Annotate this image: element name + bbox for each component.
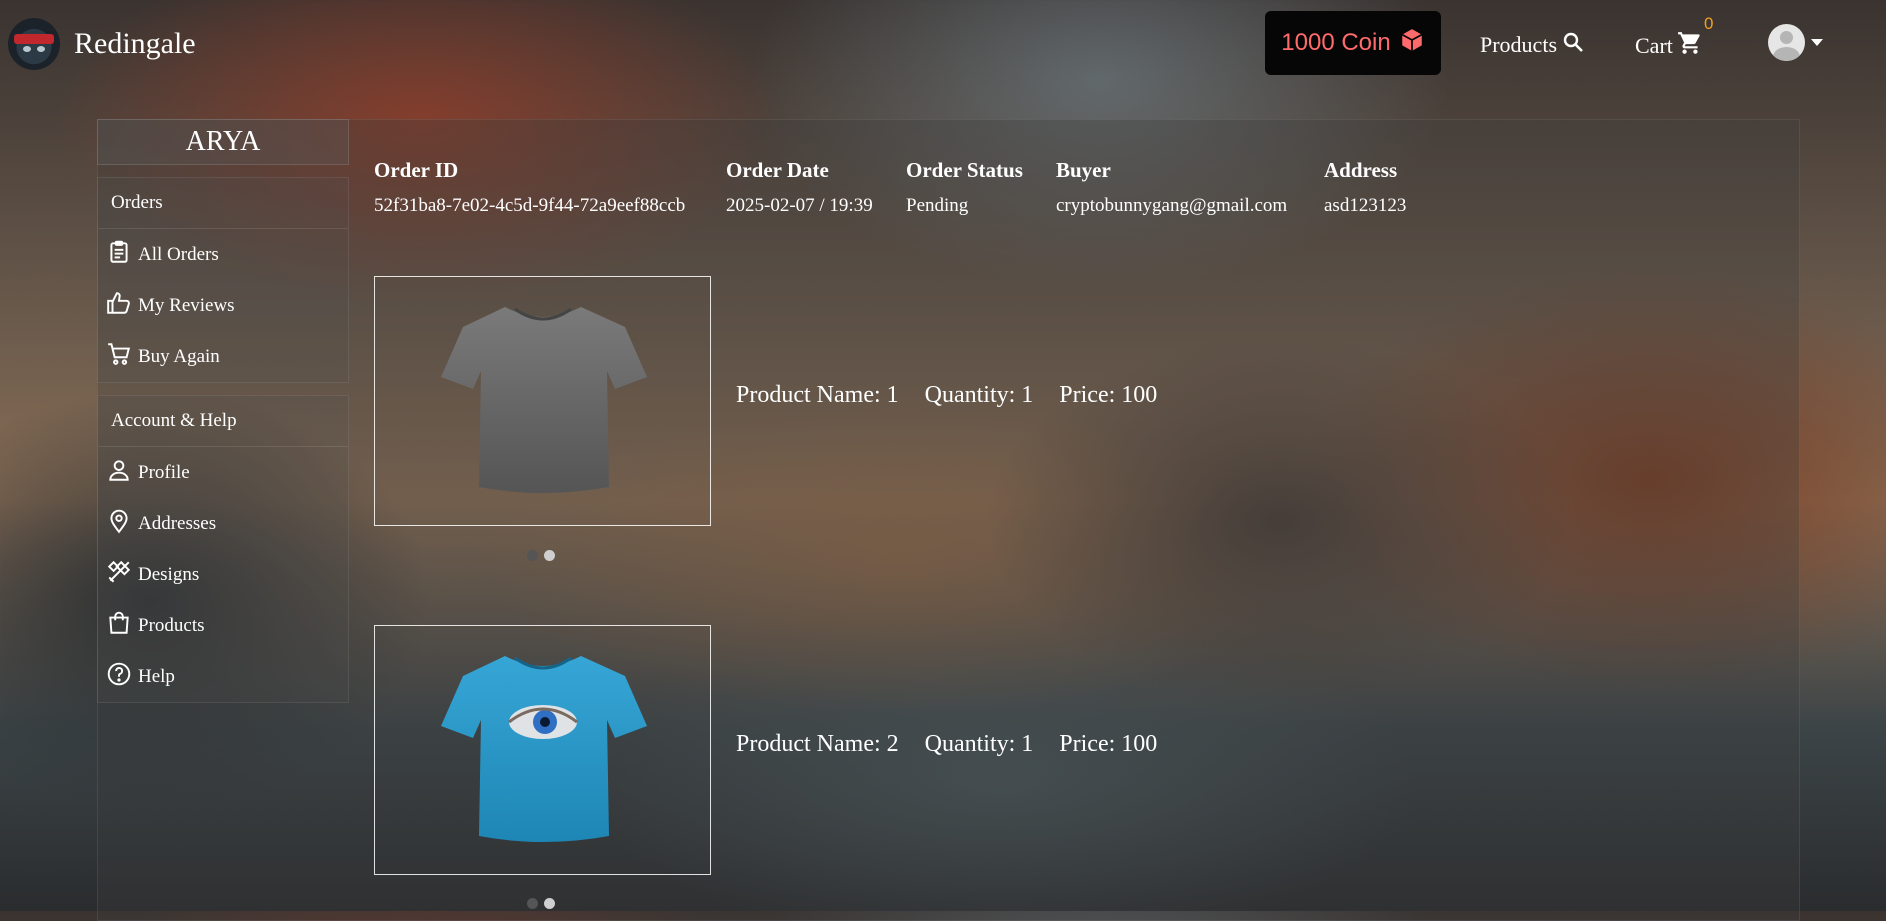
product-quantity: Quantity: 1	[924, 382, 1034, 408]
sidebar-item-label: Profile	[138, 461, 190, 483]
buyer-header: Buyer	[1056, 158, 1111, 182]
product-quantity: Quantity: 1	[924, 731, 1034, 757]
sidebar-item-label: Designs	[138, 563, 200, 585]
avatar	[1768, 24, 1805, 61]
shopping-bag-icon	[106, 610, 132, 642]
buyer-value: cryptobunnygang@gmail.com	[1056, 195, 1288, 216]
sidebar-item-profile[interactable]: Profile	[98, 447, 348, 498]
design-tools-icon	[106, 559, 132, 591]
carousel-dot[interactable]	[527, 898, 538, 909]
tshirt-image	[441, 656, 647, 842]
product-info-row: Product Name: 2 Quantity: 1 Price: 100	[736, 731, 1157, 758]
sidebar-item-products[interactable]: Products	[98, 600, 348, 651]
order-status-value: Pending	[906, 195, 969, 216]
cart-icon	[1677, 30, 1703, 62]
nav-products-label: Products	[1480, 32, 1557, 57]
location-pin-icon	[106, 508, 132, 540]
coin-balance-button[interactable]: 1000 Coin	[1265, 11, 1441, 75]
product-price: Price: 100	[1059, 731, 1158, 757]
coin-balance-label: 1000 Coin	[1281, 29, 1391, 56]
sidebar-item-label: Products	[138, 614, 205, 636]
thumbs-up-icon	[106, 290, 132, 322]
cart-icon	[106, 341, 132, 373]
carousel-dot[interactable]	[544, 898, 555, 909]
address-header: Address	[1324, 158, 1398, 182]
orders-heading: Orders	[98, 178, 348, 229]
orders-section: Orders All Orders My Reviews Buy Again	[97, 177, 349, 383]
sidebar-item-label: My Reviews	[138, 294, 235, 316]
sidebar-item-all-orders[interactable]: All Orders	[98, 229, 348, 280]
product-name: Product Name: 1	[736, 382, 899, 408]
chevron-down-icon	[1811, 39, 1823, 46]
account-help-heading: Account & Help	[98, 396, 348, 447]
address-value: asd123123	[1324, 195, 1407, 216]
account-menu[interactable]	[1768, 24, 1823, 61]
help-circle-icon	[106, 661, 132, 693]
sidebar-item-designs[interactable]: Designs	[98, 549, 348, 600]
order-status-header: Order Status	[906, 158, 1023, 182]
sidebar-item-help[interactable]: Help	[98, 651, 348, 702]
clipboard-icon	[106, 239, 132, 271]
cart-count-badge: 0	[1704, 14, 1714, 33]
sidebar-item-my-reviews[interactable]: My Reviews	[98, 280, 348, 331]
account-sidebar: ARYA Orders All Orders My Reviews Buy Ag…	[97, 119, 349, 703]
product-name: Product Name: 2	[736, 731, 899, 757]
brand-logo	[8, 18, 60, 70]
nav-products-link[interactable]: Products	[1480, 30, 1585, 60]
main-panel	[97, 119, 1800, 921]
sidebar-item-label: Buy Again	[138, 345, 220, 367]
sidebar-item-label: Help	[138, 665, 175, 687]
product-info-row: Product Name: 1 Quantity: 1 Price: 100	[736, 382, 1157, 409]
carousel-dot[interactable]	[544, 550, 555, 561]
sidebar-item-label: All Orders	[138, 243, 219, 265]
product-image-carousel[interactable]	[374, 625, 711, 875]
coin-cube-icon	[1399, 27, 1425, 60]
carousel-dot[interactable]	[527, 550, 538, 561]
brand-name: Redingale	[74, 27, 196, 60]
order-id-value: 52f31ba8-7e02-4c5d-9f44-72a9eef88ccb	[374, 195, 686, 216]
order-id-header: Order ID	[374, 158, 459, 182]
nav-cart-link[interactable]: Cart	[1635, 30, 1703, 62]
sidebar-user-name: ARYA	[97, 119, 349, 165]
nav-cart-label: Cart	[1635, 33, 1673, 58]
order-date-header: Order Date	[726, 158, 829, 182]
top-navbar: Redingale 1000 Coin Products Cart 0	[0, 0, 1886, 88]
product-image-carousel[interactable]	[374, 276, 711, 526]
person-icon	[106, 457, 132, 489]
tshirt-image	[441, 307, 647, 493]
sidebar-item-buy-again[interactable]: Buy Again	[98, 331, 348, 382]
sidebar-item-addresses[interactable]: Addresses	[98, 498, 348, 549]
account-help-section: Account & Help Profile Addresses Designs…	[97, 395, 349, 703]
product-price: Price: 100	[1059, 382, 1158, 408]
search-icon	[1561, 30, 1585, 60]
sidebar-item-label: Addresses	[138, 512, 217, 534]
order-date-value: 2025-02-07 / 19:39	[726, 195, 873, 216]
carousel-indicators	[527, 898, 555, 909]
carousel-indicators	[527, 550, 555, 561]
brand[interactable]: Redingale	[8, 18, 196, 70]
